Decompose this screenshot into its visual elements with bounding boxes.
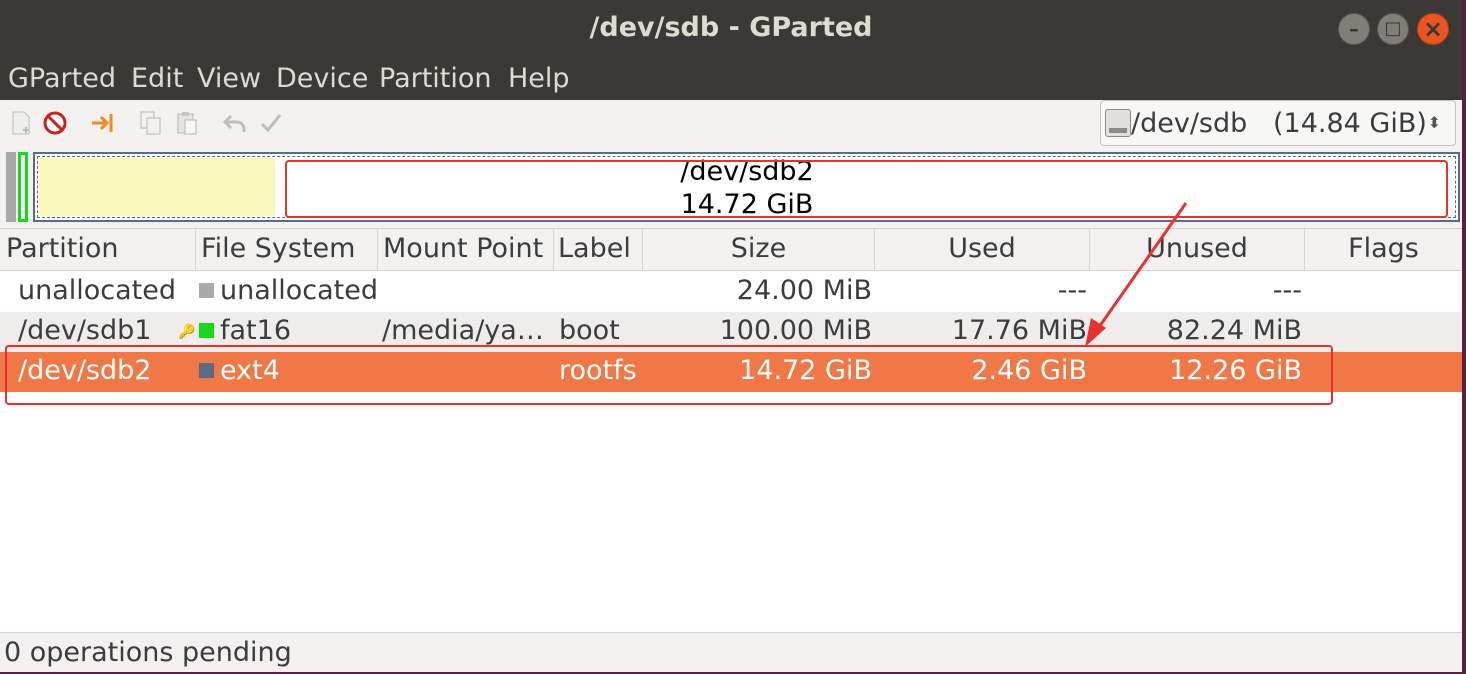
apply-icon[interactable]	[258, 110, 284, 136]
window-title: /dev/sdb - GParted	[589, 12, 873, 43]
copy-icon[interactable]	[138, 110, 164, 136]
table-row[interactable]: unallocated unallocated 24.00 MiB --- --…	[0, 272, 1462, 312]
cell-mount-point	[382, 272, 552, 312]
col-used[interactable]: Used	[875, 229, 1090, 271]
col-size[interactable]: Size	[643, 229, 875, 271]
table-header: Partition File System Mount Point Label …	[0, 229, 1462, 271]
col-partition[interactable]: Partition	[0, 229, 196, 271]
menu-partition[interactable]: Partition	[379, 63, 492, 94]
graph-used-space	[39, 158, 275, 216]
status-text: 0 operations pending	[4, 637, 292, 668]
menu-edit[interactable]: Edit	[131, 63, 183, 94]
fs-name: fat16	[220, 315, 291, 346]
menu-help[interactable]: Help	[508, 63, 570, 94]
menu-bar: GParted Edit View Device Partition Help	[0, 58, 1462, 100]
annotation-box-row	[5, 345, 1333, 405]
col-flags[interactable]: Flags	[1305, 229, 1462, 271]
col-unused[interactable]: Unused	[1090, 229, 1305, 271]
col-label[interactable]: Label	[554, 229, 643, 271]
undo-icon[interactable]	[222, 110, 248, 136]
delete-icon[interactable]	[42, 110, 68, 136]
resize-move-icon[interactable]	[90, 110, 116, 136]
title-bar[interactable]: /dev/sdb - GParted – □ ×	[0, 0, 1462, 58]
status-bar: 0 operations pending	[0, 632, 1462, 672]
cell-label	[559, 272, 643, 312]
key-icon: 🔑	[178, 324, 196, 340]
toolbar: /dev/sdb (14.84 GiB) ⬍	[0, 100, 1462, 148]
gparted-window: /dev/sdb - GParted – □ × GParted Edit Vi…	[0, 0, 1462, 672]
fs-color-swatch	[199, 323, 214, 338]
device-name: /dev/sdb	[1131, 108, 1248, 139]
cell-flags	[1305, 272, 1462, 312]
cell-used: ---	[1057, 275, 1087, 306]
updown-arrow-icon: ⬍	[1427, 113, 1441, 132]
menu-view[interactable]: View	[197, 63, 261, 94]
maximize-button[interactable]: □	[1377, 13, 1409, 45]
new-partition-icon[interactable]	[8, 110, 34, 136]
fs-name: unallocated	[220, 275, 378, 306]
graph-segment-unallocated[interactable]	[6, 152, 16, 222]
graph-segment-sdb1[interactable]	[18, 152, 28, 222]
paste-icon[interactable]	[174, 110, 200, 136]
annotation-box-graph	[285, 160, 1448, 218]
col-mount-point[interactable]: Mount Point	[378, 229, 554, 271]
fs-color-swatch	[199, 283, 214, 298]
col-file-system[interactable]: File System	[196, 229, 378, 271]
cell-partition: unallocated	[18, 275, 177, 306]
maximize-icon: □	[1384, 18, 1402, 39]
partition-table: Partition File System Mount Point Label …	[0, 228, 1462, 632]
cell-file-system: unallocated	[199, 272, 378, 312]
minimize-icon: –	[1349, 17, 1359, 41]
menu-gparted[interactable]: GParted	[8, 63, 116, 94]
cell-size: 24.00 MiB	[736, 275, 872, 306]
harddisk-icon	[1105, 109, 1131, 137]
device-size: (14.84 GiB)	[1273, 108, 1427, 139]
close-icon: ×	[1422, 15, 1444, 43]
close-button[interactable]: ×	[1417, 13, 1449, 45]
minimize-button[interactable]: –	[1338, 13, 1370, 45]
device-selector[interactable]: /dev/sdb (14.84 GiB) ⬍	[1100, 100, 1456, 146]
cell-unused: ---	[1272, 275, 1302, 306]
menu-device[interactable]: Device	[276, 63, 368, 94]
